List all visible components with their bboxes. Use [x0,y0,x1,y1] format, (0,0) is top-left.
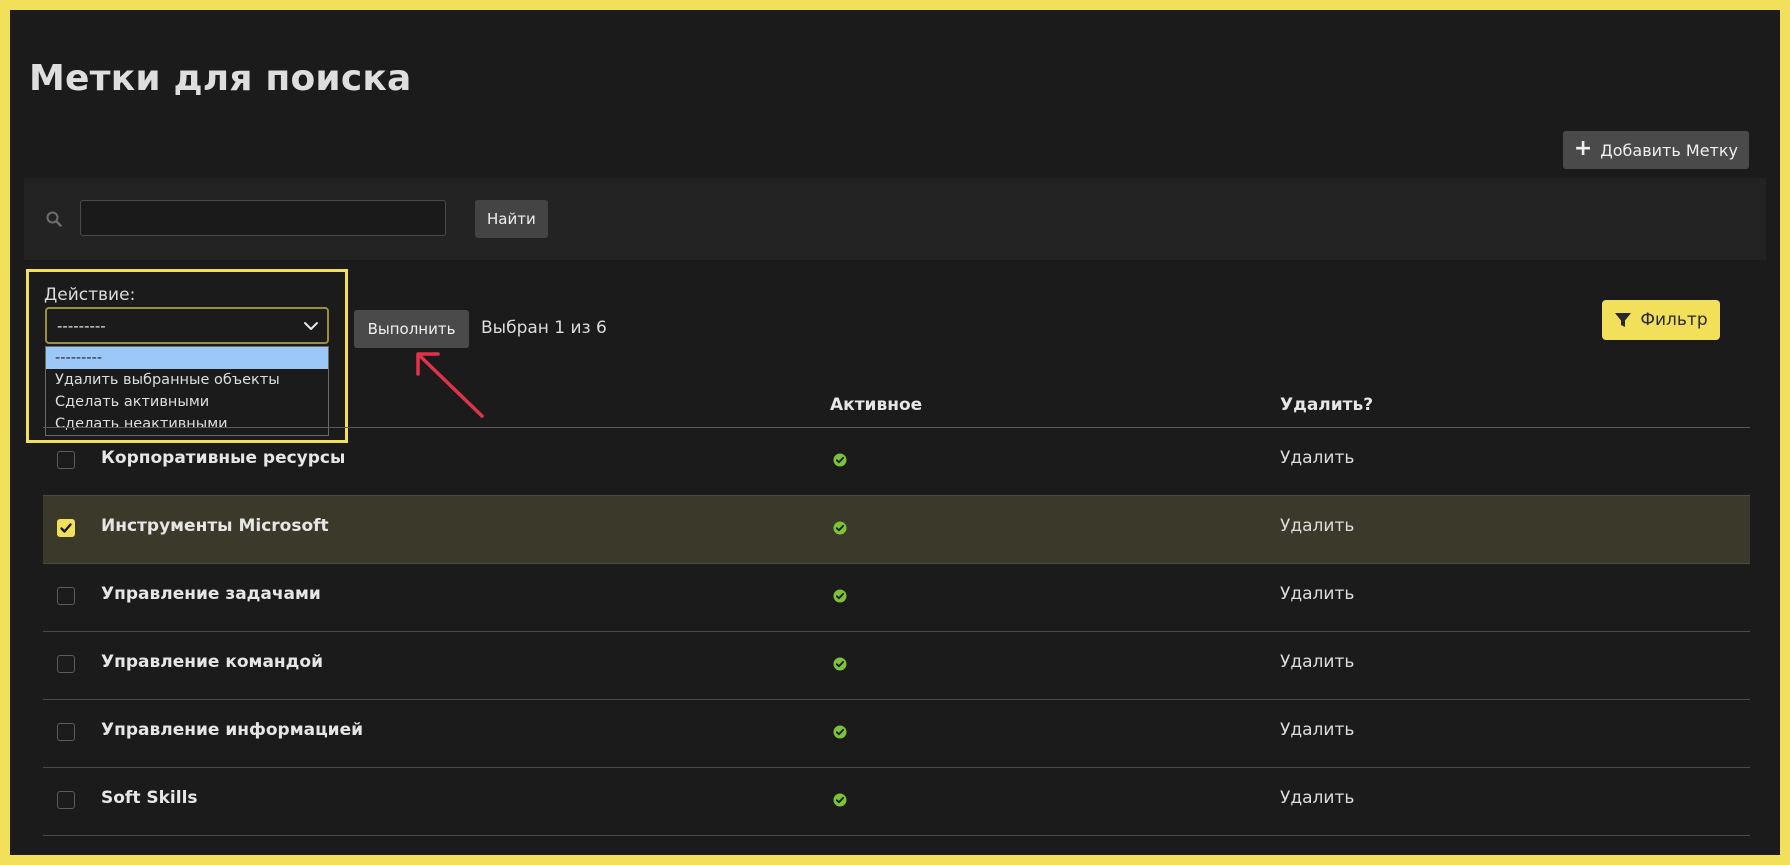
add-tag-label: Добавить Метку [1600,140,1738,160]
table-header: Активное Удалить? [43,382,1750,428]
table-row[interactable]: Корпоративные ресурсы Удалить [43,428,1750,496]
row-checkbox[interactable] [57,519,75,537]
add-tag-button[interactable]: + Добавить Метку [1562,131,1749,169]
row-checkbox[interactable] [57,723,75,741]
column-header-delete: Удалить? [1280,395,1374,415]
row-name-link[interactable]: Инструменты Microsoft [101,516,329,536]
filter-label: Фильтр [1640,310,1708,330]
dropdown-option[interactable]: --------- [46,347,328,369]
action-select[interactable]: --------- [45,307,329,344]
check-circle-icon [833,453,847,467]
checkmark-icon [60,523,72,533]
check-circle-icon [833,725,847,739]
row-name-link[interactable]: Корпоративные ресурсы [101,448,345,468]
column-header-active[interactable]: Активное [830,395,922,415]
check-circle-icon [833,521,847,535]
chevron-down-icon [304,321,318,330]
page-title: Метки для поиска [29,58,412,99]
app-window: Метки для поиска + Добавить Метку Найти … [10,10,1780,855]
row-name-link[interactable]: Управление командой [101,652,323,672]
search-bar: Найти [24,178,1766,260]
run-action-button[interactable]: Выполнить [354,310,469,348]
search-input[interactable] [80,200,446,236]
delete-link[interactable]: Удалить [1280,652,1354,672]
check-circle-icon [833,589,847,603]
filter-icon [1615,313,1632,327]
delete-link[interactable]: Удалить [1280,788,1354,808]
row-checkbox[interactable] [57,587,75,605]
row-name-link[interactable]: Управление задачами [101,584,321,604]
table-row[interactable]: Управление командой Удалить [43,632,1750,700]
filter-button[interactable]: Фильтр [1602,300,1720,340]
action-select-value: --------- [57,316,106,335]
row-checkbox[interactable] [57,451,75,469]
delete-link[interactable]: Удалить [1280,516,1354,536]
table-row[interactable]: Инструменты Microsoft Удалить [43,496,1750,564]
plus-icon: + [1573,136,1593,161]
row-name-link[interactable]: Управление информацией [101,720,363,740]
row-checkbox[interactable] [57,655,75,673]
action-label: Действие: [44,285,136,305]
selection-counter: Выбран 1 из 6 [481,318,607,338]
delete-link[interactable]: Удалить [1280,448,1354,468]
delete-link[interactable]: Удалить [1280,584,1354,604]
check-circle-icon [833,793,847,807]
table-row[interactable]: Управление задачами Удалить [43,564,1750,632]
delete-link[interactable]: Удалить [1280,720,1354,740]
row-checkbox[interactable] [57,791,75,809]
search-button[interactable]: Найти [475,200,548,238]
table-row[interactable]: Soft Skills Удалить [43,768,1750,836]
check-circle-icon [833,657,847,671]
search-icon [46,211,62,227]
row-name-link[interactable]: Soft Skills [101,788,198,808]
table-row[interactable]: Управление информацией Удалить [43,700,1750,768]
tags-table: Активное Удалить? Корпоративные ресурсы У… [43,382,1750,836]
